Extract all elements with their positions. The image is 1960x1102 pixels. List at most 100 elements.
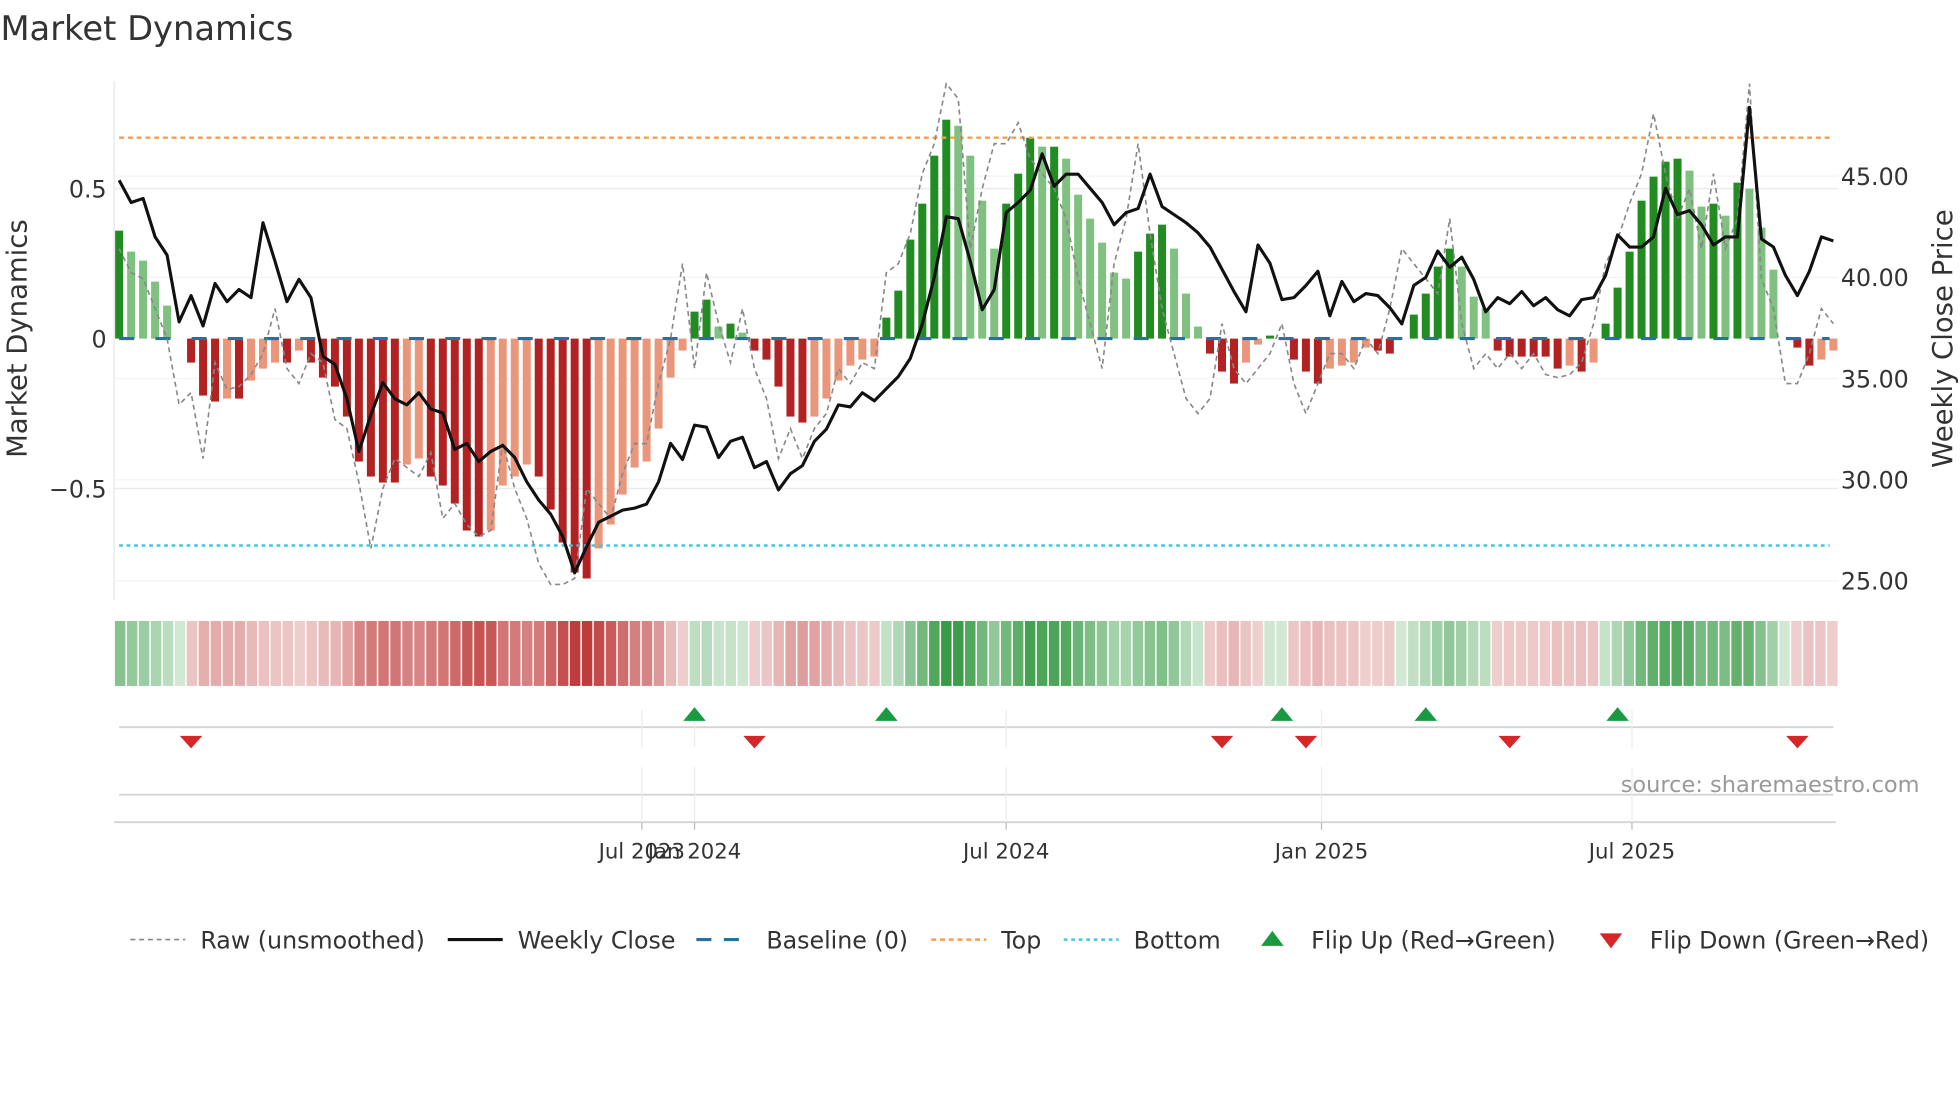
strip-cell bbox=[869, 620, 880, 686]
strip-cell bbox=[1156, 620, 1168, 686]
momentum-bar bbox=[810, 338, 819, 417]
strip-cell bbox=[593, 620, 605, 686]
flip-down-marker bbox=[1210, 735, 1234, 749]
strip-cell bbox=[1432, 620, 1443, 686]
flip-up-marker bbox=[1414, 707, 1438, 721]
momentum-bar bbox=[1685, 170, 1694, 339]
strip-cell bbox=[282, 620, 293, 686]
strip-cell bbox=[845, 620, 856, 686]
momentum-bar bbox=[666, 338, 675, 378]
strip-cell bbox=[521, 620, 533, 686]
strip-cell bbox=[569, 620, 581, 686]
y2-tick-label: 45.00 bbox=[1841, 163, 1909, 191]
strip-cell bbox=[426, 620, 437, 686]
strip-cell bbox=[342, 620, 353, 686]
momentum-bar bbox=[1265, 335, 1274, 339]
momentum-bar bbox=[235, 338, 244, 399]
strip-cell bbox=[857, 620, 868, 686]
momentum-bar bbox=[774, 338, 783, 387]
x-tick-label: Jan 2025 bbox=[1273, 839, 1369, 864]
strip-cell bbox=[1815, 620, 1826, 686]
strip-cell bbox=[881, 620, 892, 686]
momentum-bar bbox=[1613, 287, 1622, 339]
strip-cell bbox=[545, 620, 557, 686]
market-dynamics-chart: Market Dynamics 0.5 0 −0.5 45.00 40.00 35.00 3… bbox=[0, 9, 1959, 954]
momentum-bar bbox=[1649, 176, 1658, 339]
momentum-bar bbox=[678, 338, 687, 351]
strip-cell bbox=[1180, 620, 1192, 686]
momentum-bar bbox=[1289, 338, 1298, 360]
strip-cell bbox=[1731, 620, 1742, 686]
legend-item-flip_down: Flip Down (Green→Red) bbox=[1599, 926, 1929, 954]
momentum-bar bbox=[462, 338, 471, 531]
strip-cell bbox=[1396, 620, 1407, 686]
strip-cell bbox=[988, 620, 1000, 686]
strip-cell bbox=[1779, 620, 1790, 686]
momentum-bar bbox=[1194, 326, 1203, 339]
strip-cell bbox=[1479, 620, 1491, 686]
strip-cell bbox=[1408, 620, 1419, 686]
legend-item-bottom: Bottom bbox=[1063, 926, 1221, 954]
strip-cell bbox=[1599, 620, 1611, 686]
strip-cell bbox=[1024, 620, 1036, 686]
legend-label: Flip Up (Red→Green) bbox=[1311, 926, 1556, 954]
momentum-bar bbox=[762, 338, 771, 360]
momentum-bar bbox=[1637, 200, 1646, 339]
momentum-bar bbox=[1026, 137, 1035, 339]
strip-cell bbox=[1288, 620, 1299, 686]
strip-cell bbox=[953, 620, 964, 686]
momentum-bar bbox=[702, 299, 711, 339]
strip-cell bbox=[581, 620, 593, 686]
strip-cell bbox=[1324, 620, 1335, 686]
momentum-bar bbox=[1301, 338, 1310, 372]
strip-cell bbox=[929, 620, 940, 686]
strip-cell bbox=[318, 620, 329, 686]
strip-cell bbox=[1647, 620, 1659, 686]
strip-cell bbox=[366, 620, 377, 686]
strip-cell bbox=[1623, 620, 1635, 686]
strip-cell bbox=[1204, 620, 1215, 686]
legend: Raw (unsmoothed) Weekly Close Baseline (0)… bbox=[130, 926, 1929, 954]
strip-cell bbox=[821, 620, 832, 686]
strip-cell bbox=[677, 620, 689, 686]
strip-cell bbox=[1755, 620, 1766, 686]
chart-title: Market Dynamics bbox=[0, 9, 293, 48]
flip-down-marker bbox=[1498, 735, 1521, 749]
strip-cell bbox=[306, 620, 317, 686]
flip-down-marker bbox=[1294, 735, 1318, 749]
momentum-bar bbox=[1038, 146, 1047, 339]
y2-tick-label: 35.00 bbox=[1841, 365, 1909, 393]
momentum-bar bbox=[1457, 266, 1466, 339]
strip-cell bbox=[330, 620, 341, 686]
momentum-bar bbox=[1517, 338, 1526, 357]
momentum-bar bbox=[1673, 158, 1682, 339]
legend-label: Raw (unsmoothed) bbox=[200, 926, 424, 954]
momentum-bar bbox=[798, 338, 807, 423]
momentum-bar bbox=[187, 338, 196, 363]
momentum-bar bbox=[606, 338, 615, 525]
strip-cell bbox=[174, 620, 186, 686]
strip-cell bbox=[1455, 620, 1467, 686]
strip-cell bbox=[1575, 620, 1587, 686]
strip-cell bbox=[1192, 620, 1204, 686]
strip-cell bbox=[234, 620, 246, 686]
strip-cell bbox=[1503, 620, 1515, 686]
momentum-bar bbox=[270, 338, 279, 363]
strip-cell bbox=[486, 620, 497, 686]
strip-cell bbox=[1096, 620, 1108, 686]
strip-cell bbox=[737, 620, 749, 686]
strip-cell bbox=[1791, 620, 1802, 686]
legend-item-raw: Raw (unsmoothed) bbox=[130, 926, 425, 954]
momentum-bar bbox=[115, 230, 124, 339]
strip-cell bbox=[917, 620, 928, 686]
momentum-bar bbox=[1829, 338, 1838, 351]
strip-cell bbox=[797, 620, 808, 686]
flip-down-marker bbox=[743, 735, 766, 749]
strip-cell bbox=[1563, 620, 1575, 686]
strip-cell bbox=[785, 620, 796, 686]
momentum-bar bbox=[786, 338, 795, 417]
strip-cell bbox=[1491, 620, 1503, 686]
strip-cell bbox=[114, 620, 126, 686]
strip-cell bbox=[270, 620, 282, 686]
x-tick-label: Jan 2024 bbox=[646, 839, 742, 864]
